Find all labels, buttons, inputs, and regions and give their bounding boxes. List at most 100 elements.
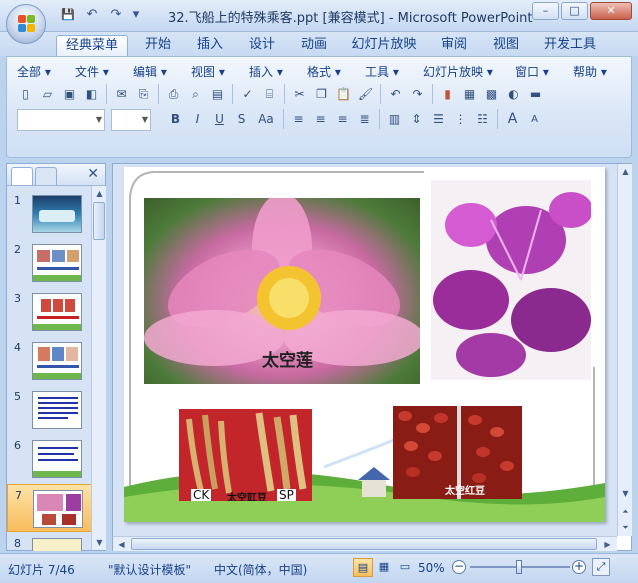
color-grayscale-icon[interactable]: ◐ — [503, 84, 524, 105]
slide-vertical-scrollbar[interactable]: ▲ ▼ ⏶ ⏷ — [617, 164, 632, 536]
chart-icon[interactable]: ▮ — [437, 84, 458, 105]
scroll-up-icon[interactable]: ▲ — [93, 187, 106, 200]
permission-icon[interactable]: ◧ — [81, 84, 102, 105]
shadow-button[interactable]: S — [231, 109, 252, 130]
copy-icon[interactable]: ❐ — [311, 84, 332, 105]
italic-button[interactable]: I — [187, 109, 208, 130]
scroll-right-icon[interactable]: ▶ — [601, 538, 614, 551]
save-icon[interactable]: 💾 — [58, 6, 78, 24]
slideshow-view-icon[interactable]: ▭ — [395, 558, 415, 577]
spelling-icon[interactable]: ✓ — [237, 84, 258, 105]
align-right-icon[interactable]: ≡ — [332, 109, 353, 130]
menu-slideshow[interactable]: 幻灯片放映 ▾ — [423, 63, 515, 80]
open-folder-icon[interactable]: ▱ — [37, 84, 58, 105]
scroll-left-icon[interactable]: ◀ — [115, 538, 128, 551]
text-direction-icon[interactable]: ⇕ — [406, 109, 427, 130]
customize-qat-icon[interactable]: ▾ — [130, 6, 142, 24]
slide[interactable]: 太空莲 CK 太空豇豆 SP 太空红豆 — [124, 167, 605, 522]
redo-icon[interactable]: ↷ — [407, 84, 428, 105]
bold-button[interactable]: B — [165, 109, 186, 130]
print-preview-icon[interactable]: ⌕ — [185, 84, 206, 105]
slides-tab[interactable] — [11, 167, 33, 185]
menu-edit[interactable]: 编辑 ▾ — [133, 63, 191, 80]
menu-all[interactable]: 全部 ▾ — [17, 63, 75, 80]
attach-icon[interactable]: ⎘ — [133, 84, 154, 105]
scroll-up-icon[interactable]: ▲ — [619, 165, 632, 178]
format-painter-icon[interactable]: 🖌 — [355, 84, 376, 105]
zoom-in-button[interactable]: + — [572, 560, 586, 574]
research-icon[interactable]: ▤ — [207, 84, 228, 105]
photo-space-red-bean[interactable]: 太空红豆 — [393, 406, 522, 499]
tab-animation[interactable]: 动画 — [294, 35, 334, 56]
zoom-icon[interactable]: ▬ — [525, 84, 546, 105]
menu-format[interactable]: 格式 ▾ — [307, 63, 365, 80]
columns-icon[interactable]: ▥ — [384, 109, 405, 130]
undo-icon[interactable]: ↶ — [385, 84, 406, 105]
table-icon[interactable]: ▦ — [459, 84, 480, 105]
font-name-combo[interactable]: ▼ — [17, 109, 105, 131]
outline-tab[interactable] — [35, 167, 57, 185]
change-case-button[interactable]: Aa — [253, 109, 279, 130]
slides-pane-scrollbar[interactable]: ▲ ▼ — [91, 186, 106, 550]
slide-thumbnail-row[interactable]: 1 — [7, 190, 93, 238]
numbering-icon[interactable]: ⋮ — [450, 109, 471, 130]
office-button[interactable] — [6, 4, 46, 44]
line-spacing-icon[interactable]: ☰ — [428, 109, 449, 130]
menu-help[interactable]: 帮助 ▾ — [573, 63, 623, 80]
picture-icon[interactable]: ▩ — [481, 84, 502, 105]
tab-design[interactable]: 设计 — [242, 35, 282, 56]
scroll-thumb[interactable] — [93, 202, 105, 240]
minimize-button[interactable]: – — [532, 2, 559, 20]
email-icon[interactable]: ✉ — [111, 84, 132, 105]
fit-to-window-icon[interactable]: ⤢ — [592, 558, 610, 576]
shrink-font-button[interactable]: A — [524, 109, 545, 130]
tab-home[interactable]: 开始 — [138, 35, 178, 56]
photo-purple-flower[interactable] — [431, 180, 591, 380]
horizontal-scroll-thumb[interactable] — [131, 538, 597, 550]
zoom-slider-thumb[interactable] — [516, 560, 522, 574]
slide-thumbnail-row[interactable]: 2 — [7, 239, 93, 287]
slide-thumbnail-row[interactable]: 5 — [7, 386, 93, 434]
print-icon[interactable]: ⎙ — [163, 84, 184, 105]
zoom-out-button[interactable]: − — [452, 560, 466, 574]
tab-developer[interactable]: 开发工具 — [540, 35, 600, 56]
menu-view[interactable]: 视图 ▾ — [191, 63, 249, 80]
design-template-name[interactable]: "默认设计模板" — [108, 561, 191, 578]
close-pane-icon[interactable]: ✕ — [87, 166, 99, 182]
menu-insert[interactable]: 插入 ▾ — [249, 63, 307, 80]
tab-slideshow[interactable]: 幻灯片放映 — [348, 35, 420, 56]
tab-view[interactable]: 视图 — [486, 35, 526, 56]
font-size-combo[interactable]: ▼ — [111, 109, 151, 131]
photo-space-lotus[interactable]: 太空莲 — [144, 198, 420, 384]
zoom-level[interactable]: 50% — [418, 561, 445, 575]
maximize-button[interactable]: □ — [561, 2, 588, 20]
menu-window[interactable]: 窗口 ▾ — [515, 63, 573, 80]
thesaurus-icon[interactable]: ⌸ — [259, 84, 280, 105]
slide-thumbnail-row[interactable]: 4 — [7, 337, 93, 385]
grow-font-button[interactable]: A — [502, 109, 523, 130]
photo-space-cowpea[interactable]: CK 太空豇豆 SP — [179, 409, 312, 501]
new-file-icon[interactable]: ▯ — [15, 84, 36, 105]
undo-icon[interactable]: ↶ — [82, 6, 102, 24]
cut-icon[interactable]: ✂ — [289, 84, 310, 105]
previous-slide-icon[interactable]: ⏶ — [619, 505, 632, 518]
normal-view-icon[interactable]: ▤ — [353, 558, 373, 577]
slide-thumbnail-row[interactable]: 8 — [7, 533, 93, 551]
slide-thumbnail-row[interactable]: 3 — [7, 288, 93, 336]
scroll-down-icon[interactable]: ▼ — [619, 487, 632, 500]
close-button[interactable]: ✕ — [590, 2, 632, 20]
menu-tools[interactable]: 工具 ▾ — [365, 63, 423, 80]
scroll-down-icon[interactable]: ▼ — [93, 536, 106, 549]
next-slide-icon[interactable]: ⏷ — [619, 521, 632, 534]
align-center-icon[interactable]: ≡ — [310, 109, 331, 130]
slide-horizontal-scrollbar[interactable]: ◀ ▶ — [113, 536, 617, 551]
slide-thumbnail-row-selected[interactable]: 7 — [7, 484, 93, 532]
justify-icon[interactable]: ≣ — [354, 109, 375, 130]
slide-thumbnail-row[interactable]: 6 — [7, 435, 93, 483]
tab-classic-menu[interactable]: 经典菜单 — [56, 35, 128, 56]
menu-file[interactable]: 文件 ▾ — [75, 63, 133, 80]
underline-button[interactable]: U — [209, 109, 230, 130]
language-indicator[interactable]: 中文(简体，中国) — [214, 561, 307, 578]
paste-icon[interactable]: 📋 — [333, 84, 354, 105]
tab-insert[interactable]: 插入 — [190, 35, 230, 56]
